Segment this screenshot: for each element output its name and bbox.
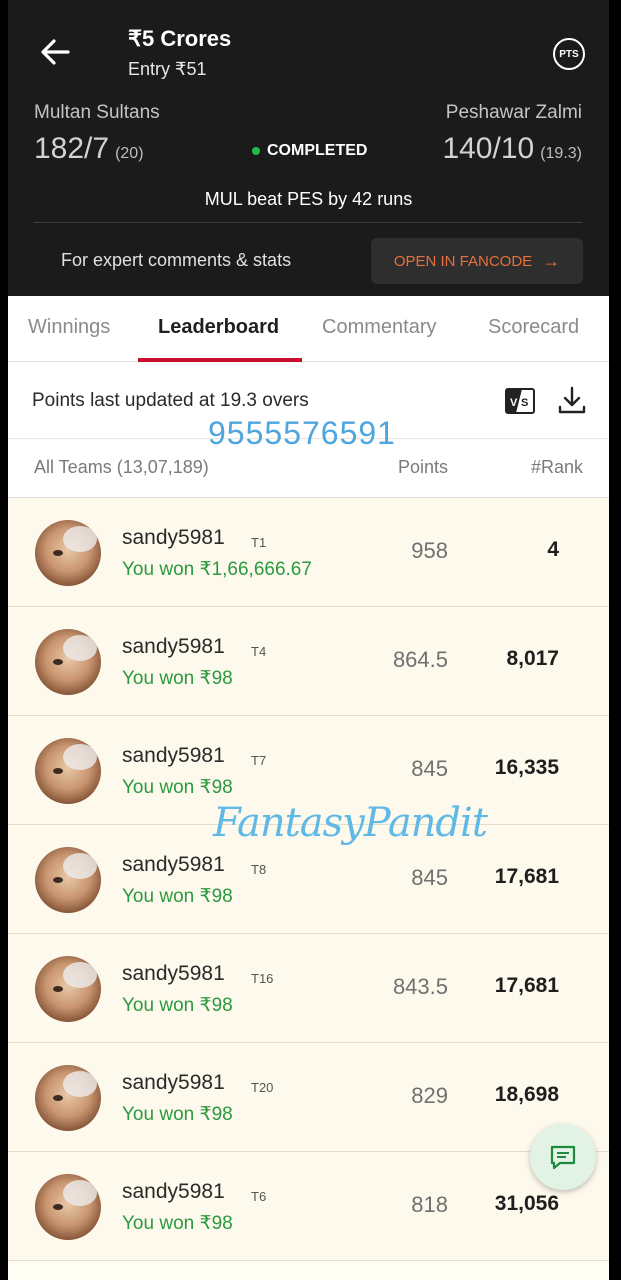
expert-stats-text: For expert comments & stats bbox=[61, 250, 292, 270]
avatar bbox=[35, 738, 101, 804]
row-winnings: You won ₹1,66,666.67 bbox=[122, 559, 312, 580]
avatar bbox=[35, 520, 101, 586]
chat-button[interactable] bbox=[530, 1124, 596, 1190]
row-rank: 31,056 bbox=[494, 1192, 559, 1215]
row-points: 958 bbox=[411, 538, 448, 563]
svg-text:V: V bbox=[510, 397, 518, 409]
row-username: sandy5981 bbox=[122, 526, 225, 549]
row-points: 864.5 bbox=[392, 647, 448, 672]
row-rank: 18,698 bbox=[494, 1083, 559, 1106]
team-a-score: 182/7 (20) bbox=[34, 132, 144, 166]
match-header: ₹5 Crores Entry ₹51 PTS Multan Sultans 1… bbox=[8, 0, 609, 296]
row-team-tag: T6 bbox=[251, 1189, 267, 1204]
row-username: sandy5981 bbox=[122, 1071, 225, 1094]
status-dot-icon bbox=[252, 147, 260, 155]
active-tab-indicator bbox=[138, 358, 302, 362]
row-username: sandy5981 bbox=[122, 744, 225, 767]
team-a-runs: 182/7 bbox=[34, 132, 110, 165]
header-divider bbox=[34, 222, 582, 223]
row-team-tag: T8 bbox=[251, 862, 267, 877]
arrow-right-icon: → bbox=[542, 250, 561, 271]
row-rank: 8,017 bbox=[506, 647, 559, 670]
row-rank: 17,681 bbox=[494, 974, 559, 997]
contest-title: ₹5 Crores bbox=[128, 26, 232, 51]
avatar bbox=[35, 1065, 101, 1131]
row-username: sandy5981 bbox=[122, 962, 225, 985]
leaderboard-row[interactable]: sandy5981 T16 You won ₹98 843.5 17,681 bbox=[8, 934, 609, 1043]
team-b-score: 140/10 (19.3) bbox=[442, 132, 582, 166]
row-team-tag: T7 bbox=[251, 753, 267, 768]
watermark-brand: FantasyPandit bbox=[213, 800, 488, 846]
row-team-tag: T4 bbox=[251, 644, 267, 659]
tab-winnings[interactable]: Winnings bbox=[28, 316, 110, 339]
row-username: sandy5981 bbox=[122, 853, 225, 876]
leaderboard-list: sandy5981 T1 You won ₹1,66,666.67 958 4 … bbox=[8, 498, 609, 1261]
row-rank: 16,335 bbox=[494, 756, 559, 779]
all-teams-count: All Teams (13,07,189) bbox=[34, 457, 209, 477]
team-b-name: Peshawar Zalmi bbox=[445, 102, 582, 123]
row-winnings: You won ₹98 bbox=[122, 668, 233, 689]
match-status: COMPLETED bbox=[252, 142, 367, 160]
avatar bbox=[35, 956, 101, 1022]
status-label: COMPLETED bbox=[267, 142, 368, 159]
leaderboard-row[interactable]: sandy5981 T20 You won ₹98 829 18,698 bbox=[8, 1043, 609, 1152]
row-rank: 17,681 bbox=[494, 865, 559, 888]
leaderboard-row[interactable]: sandy5981 T1 You won ₹1,66,666.67 958 4 bbox=[8, 498, 609, 607]
row-username: sandy5981 bbox=[122, 635, 225, 658]
vs-compare-icon[interactable]: V S bbox=[505, 388, 535, 414]
pts-icon[interactable]: PTS bbox=[553, 38, 585, 70]
app-screen: ₹5 Crores Entry ₹51 PTS Multan Sultans 1… bbox=[8, 0, 609, 1280]
svg-text:S: S bbox=[521, 397, 528, 409]
team-b-overs: (19.3) bbox=[540, 145, 582, 162]
row-username: sandy5981 bbox=[122, 1180, 225, 1203]
row-winnings: You won ₹98 bbox=[122, 777, 233, 798]
open-in-fancode-button[interactable]: OPEN IN FANCODE → bbox=[371, 238, 583, 284]
team-a-overs: (20) bbox=[115, 145, 144, 162]
avatar bbox=[35, 1174, 101, 1240]
row-winnings: You won ₹98 bbox=[122, 1104, 233, 1125]
arrow-left-icon[interactable] bbox=[36, 34, 76, 70]
match-result: MUL beat PES by 42 runs bbox=[204, 189, 413, 209]
team-b-runs: 140/10 bbox=[442, 132, 535, 165]
row-rank: 4 bbox=[547, 538, 559, 561]
row-points: 818 bbox=[411, 1192, 448, 1217]
row-team-tag: T1 bbox=[251, 535, 267, 550]
row-points: 845 bbox=[411, 865, 448, 890]
row-points: 845 bbox=[411, 756, 448, 781]
watermark-phone: 9555576591 bbox=[208, 415, 396, 451]
points-updated-text: Points last updated at 19.3 overs bbox=[32, 390, 309, 411]
rank-column-header: #Rank bbox=[530, 457, 583, 477]
team-a-name: Multan Sultans bbox=[34, 102, 160, 123]
tab-bar: Winnings Leaderboard Commentary Scorecar… bbox=[8, 296, 609, 362]
leaderboard-row[interactable]: sandy5981 T4 You won ₹98 864.5 8,017 bbox=[8, 607, 609, 716]
row-team-tag: T20 bbox=[251, 1080, 274, 1095]
avatar bbox=[35, 629, 101, 695]
row-points: 829 bbox=[411, 1083, 448, 1108]
download-icon[interactable] bbox=[557, 385, 587, 415]
tab-leaderboard[interactable]: Leaderboard bbox=[158, 316, 279, 339]
row-winnings: You won ₹98 bbox=[122, 995, 233, 1016]
row-winnings: You won ₹98 bbox=[122, 1213, 233, 1234]
chat-icon bbox=[550, 1145, 576, 1170]
avatar bbox=[35, 847, 101, 913]
leaderboard-row[interactable]: sandy5981 T6 You won ₹98 818 31,056 bbox=[8, 1152, 609, 1261]
row-points: 843.5 bbox=[392, 974, 448, 999]
row-team-tag: T16 bbox=[251, 971, 274, 986]
fancode-button-label: OPEN IN FANCODE bbox=[393, 252, 533, 270]
tab-scorecard[interactable]: Scorecard bbox=[488, 316, 579, 339]
tab-commentary[interactable]: Commentary bbox=[322, 316, 436, 339]
row-winnings: You won ₹98 bbox=[122, 886, 233, 907]
points-column-header: Points bbox=[398, 457, 449, 477]
contest-entry-fee: Entry ₹51 bbox=[128, 59, 207, 79]
